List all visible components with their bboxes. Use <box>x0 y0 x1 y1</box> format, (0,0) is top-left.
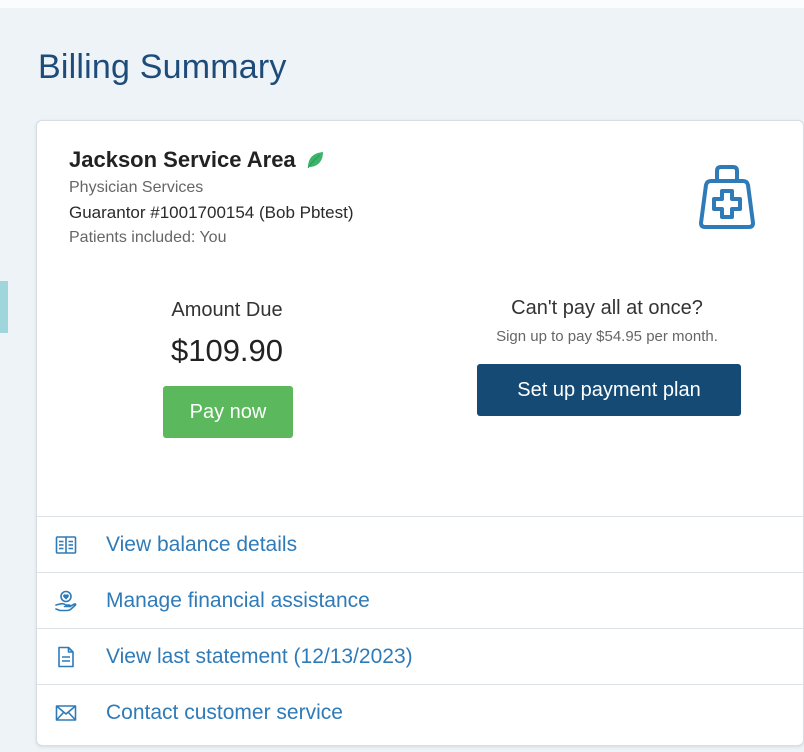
hand-heart-icon <box>55 590 77 611</box>
payment-plan-button[interactable]: Set up payment plan <box>477 364 741 416</box>
medical-bag-icon <box>699 165 755 229</box>
book-icon <box>55 535 77 554</box>
billing-page: Billing Summary Jackson Service Area Phy… <box>8 8 804 752</box>
top-bar <box>0 0 804 8</box>
amount-due-label: Amount Due <box>171 299 283 321</box>
payment-plan-question: Can't pay all at once? <box>511 297 703 319</box>
leaf-icon <box>307 152 323 169</box>
billing-account-card: Jackson Service Area Physician Services … <box>36 120 804 746</box>
view-last-statement-link[interactable]: View last statement (12/13/2023) <box>37 628 803 684</box>
account-links: View balance details Manage financial as… <box>37 516 803 740</box>
manage-financial-assistance-link[interactable]: Manage financial assistance <box>37 572 803 628</box>
side-tab[interactable] <box>0 281 8 333</box>
view-balance-details-link[interactable]: View balance details <box>37 516 803 572</box>
link-label: View last statement (12/13/2023) <box>106 644 413 668</box>
contact-customer-service-link[interactable]: Contact customer service <box>37 684 803 740</box>
pay-now-button[interactable]: Pay now <box>163 386 293 438</box>
service-type: Physician Services <box>69 179 204 196</box>
amount-due-value: $109.90 <box>170 333 284 368</box>
link-label: Contact customer service <box>106 700 343 724</box>
guarantor-info: Guarantor #1001700154 (Bob Pbtest) <box>69 203 354 222</box>
link-label: View balance details <box>106 532 298 556</box>
page-title: Billing Summary <box>38 48 287 86</box>
payment-plan-subtext: Sign up to pay $54.95 per month. <box>496 328 718 345</box>
service-area-name: Jackson Service Area <box>69 147 325 173</box>
service-area-label: Jackson Service Area <box>69 147 296 172</box>
document-icon <box>58 646 74 667</box>
envelope-icon <box>55 704 77 721</box>
patients-included: Patients included: You <box>69 229 227 246</box>
link-label: Manage financial assistance <box>106 588 370 612</box>
